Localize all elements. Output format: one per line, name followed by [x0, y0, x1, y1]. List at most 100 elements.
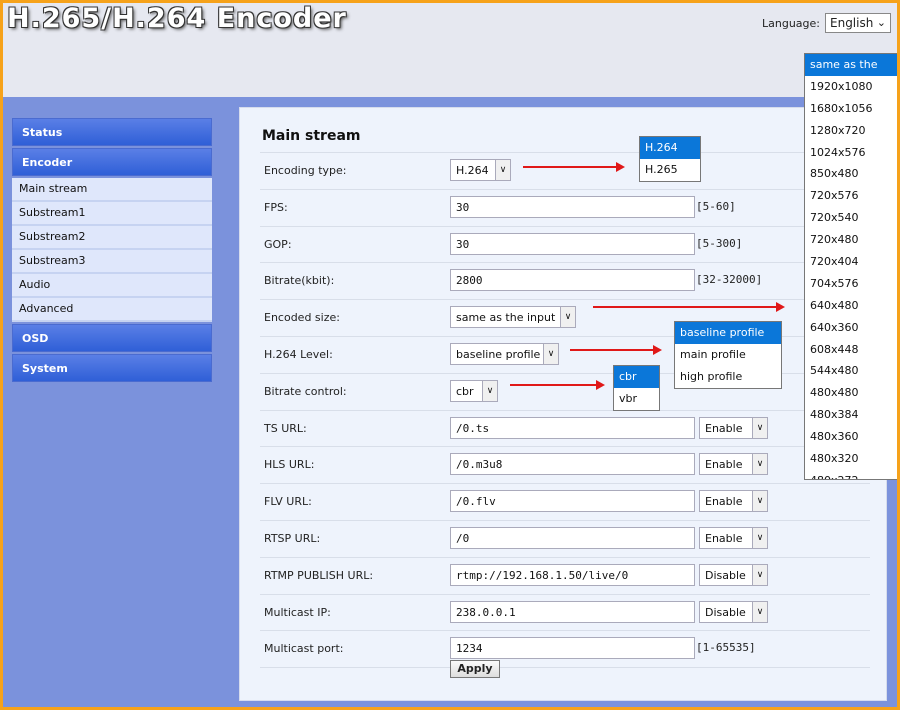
- content-area: Status Encoder Main stream Substream1 Su…: [3, 97, 897, 707]
- encoding-type-label: Encoding type:: [264, 164, 347, 177]
- dropdown-option-baseline[interactable]: baseline profile: [675, 322, 781, 344]
- dropdown-option-main[interactable]: main profile: [675, 344, 781, 366]
- rtmp-url-row: RTMP PUBLISH URL: rtmp://192.168.1.50/li…: [260, 556, 870, 594]
- gop-input[interactable]: 30: [450, 232, 695, 255]
- bitrate-input[interactable]: 2800: [450, 269, 695, 292]
- dropdown-option-size[interactable]: 1280x720: [805, 120, 897, 142]
- apply-button[interactable]: Apply: [450, 660, 500, 678]
- sidebar-item-substream3[interactable]: Substream3: [12, 250, 212, 274]
- flv-url-label: FLV URL:: [264, 495, 312, 509]
- multicast-port-row: Multicast port: 1234 [1-65535]: [260, 630, 870, 669]
- dropdown-option-size[interactable]: 480x272: [805, 470, 897, 479]
- gop-range: [5-300]: [696, 236, 743, 250]
- h264-level-label: H.264 Level:: [264, 347, 333, 361]
- dropdown-option-size[interactable]: 850x480: [805, 163, 897, 185]
- multicast-ip-state: Disable: [705, 605, 746, 619]
- chevron-down-icon: ∨: [752, 601, 767, 622]
- flv-url-state: Enable: [705, 495, 743, 509]
- multicast-port-label: Multicast port:: [264, 642, 344, 656]
- chevron-down-icon: ∨: [752, 454, 767, 475]
- chevron-down-icon: ∨: [752, 527, 767, 548]
- dropdown-option-size[interactable]: 720x540: [805, 207, 897, 229]
- multicast-port-input[interactable]: 1234: [450, 637, 695, 660]
- hls-url-state-select[interactable]: Enable ∨: [699, 453, 768, 476]
- dropdown-option-size[interactable]: 1680x1056: [805, 98, 897, 120]
- hls-url-input[interactable]: /0.m3u8: [450, 453, 695, 476]
- fps-range: [5-60]: [696, 199, 736, 213]
- fps-label: FPS:: [264, 200, 288, 214]
- dropdown-option-size[interactable]: 480x384: [805, 404, 897, 426]
- fps-input[interactable]: 30: [450, 195, 695, 218]
- multicast-ip-label: Multicast IP:: [264, 605, 331, 619]
- dropdown-option-size[interactable]: 1024x576: [805, 142, 897, 164]
- bitrate-control-select[interactable]: cbr ∨: [450, 379, 498, 402]
- dropdown-option-h264[interactable]: H.264: [640, 137, 700, 159]
- dropdown-option-size[interactable]: 1920x1080: [805, 76, 897, 98]
- dropdown-option-size[interactable]: 720x576: [805, 185, 897, 207]
- bitrate-control-dropdown: cbr vbr: [613, 365, 660, 411]
- language-label: Language:: [762, 17, 820, 30]
- bitrate-control-value: cbr: [456, 384, 474, 398]
- sidebar-item-advanced[interactable]: Advanced: [12, 298, 212, 322]
- app-title: H.265/H.264 Encoder: [7, 3, 347, 34]
- sidebar-item-substream2[interactable]: Substream2: [12, 226, 212, 250]
- dropdown-option-h265[interactable]: H.265: [640, 159, 700, 181]
- rtmp-url-state-select[interactable]: Disable ∨: [699, 563, 768, 586]
- sidebar-item-main-stream[interactable]: Main stream: [12, 178, 212, 202]
- dropdown-option-vbr[interactable]: vbr: [614, 388, 659, 410]
- dropdown-option-high[interactable]: high profile: [675, 366, 781, 388]
- flv-url-input[interactable]: /0.flv: [450, 490, 695, 513]
- dropdown-option-size[interactable]: 640x480: [805, 295, 897, 317]
- dropdown-option-size[interactable]: 480x320: [805, 448, 897, 470]
- dropdown-option-size[interactable]: 544x480: [805, 360, 897, 382]
- ts-url-state-select[interactable]: Enable ∨: [699, 416, 768, 439]
- rtsp-url-label: RTSP URL:: [264, 531, 321, 545]
- chevron-down-icon: ⌄: [876, 16, 886, 29]
- dropdown-option-size[interactable]: 720x404: [805, 251, 897, 273]
- settings-form: Encoding type: H.264 ∨ FPS: 30 [5-60] GO…: [260, 152, 870, 669]
- annotation-arrow: [510, 380, 605, 390]
- dropdown-option-size[interactable]: 720x480: [805, 229, 897, 251]
- dropdown-option-size[interactable]: 640x360: [805, 317, 897, 339]
- annotation-arrow: [523, 162, 625, 172]
- app-window: H.265/H.264 Encoder Language: English ⌄ …: [3, 3, 897, 707]
- ts-url-state: Enable: [705, 421, 743, 435]
- dropdown-option-size[interactable]: 608x448: [805, 339, 897, 361]
- dropdown-option-size[interactable]: 480x480: [805, 382, 897, 404]
- chevron-down-icon: ∨: [752, 491, 767, 512]
- ts-url-label: TS URL:: [264, 421, 307, 435]
- sidebar-item-system[interactable]: System: [12, 354, 212, 382]
- sidebar-item-status[interactable]: Status: [12, 118, 212, 146]
- page-title: Main stream: [262, 128, 361, 144]
- sidebar-item-encoder[interactable]: Encoder: [12, 148, 212, 176]
- multicast-ip-input[interactable]: 238.0.0.1: [450, 600, 695, 623]
- dropdown-option-size[interactable]: 704x576: [805, 273, 897, 295]
- encoding-type-value: H.264: [456, 164, 489, 177]
- encoding-type-dropdown: H.264 H.265: [639, 136, 701, 182]
- dropdown-option-size[interactable]: 480x360: [805, 426, 897, 448]
- hls-url-row: HLS URL: /0.m3u8 Enable ∨: [260, 446, 870, 483]
- page-header: H.265/H.264 Encoder Language: English ⌄: [3, 3, 897, 97]
- flv-url-state-select[interactable]: Enable ∨: [699, 490, 768, 513]
- rtsp-url-state-select[interactable]: Enable ∨: [699, 526, 768, 549]
- rtmp-url-state: Disable: [705, 568, 746, 582]
- multicast-ip-row: Multicast IP: 238.0.0.1 Disable ∨: [260, 593, 870, 631]
- encoding-type-select[interactable]: H.264 ∨: [450, 159, 511, 181]
- encoded-size-select[interactable]: same as the input ∨: [450, 306, 576, 329]
- sidebar-item-osd[interactable]: OSD: [12, 324, 212, 352]
- dropdown-option-cbr[interactable]: cbr: [614, 366, 659, 388]
- fps-row: FPS: 30 [5-60]: [260, 188, 870, 226]
- language-select[interactable]: English ⌄: [825, 13, 891, 33]
- rtsp-url-input[interactable]: /0: [450, 526, 695, 549]
- sidebar-item-audio[interactable]: Audio: [12, 274, 212, 298]
- bitrate-range: [32-32000]: [696, 273, 763, 287]
- sidebar-item-substream1[interactable]: Substream1: [12, 202, 212, 226]
- ts-url-input[interactable]: /0.ts: [450, 416, 695, 439]
- ts-url-row: TS URL: /0.ts Enable ∨: [260, 409, 870, 447]
- encoded-size-dropdown: same as the input 1920x1080 1680x1056 12…: [804, 53, 897, 480]
- language-value: English: [830, 16, 874, 30]
- h264-level-select[interactable]: baseline profile ∨: [450, 342, 559, 365]
- rtmp-url-input[interactable]: rtmp://192.168.1.50/live/0: [450, 563, 695, 586]
- multicast-ip-state-select[interactable]: Disable ∨: [699, 600, 768, 623]
- dropdown-option-size[interactable]: same as the input: [805, 54, 897, 93]
